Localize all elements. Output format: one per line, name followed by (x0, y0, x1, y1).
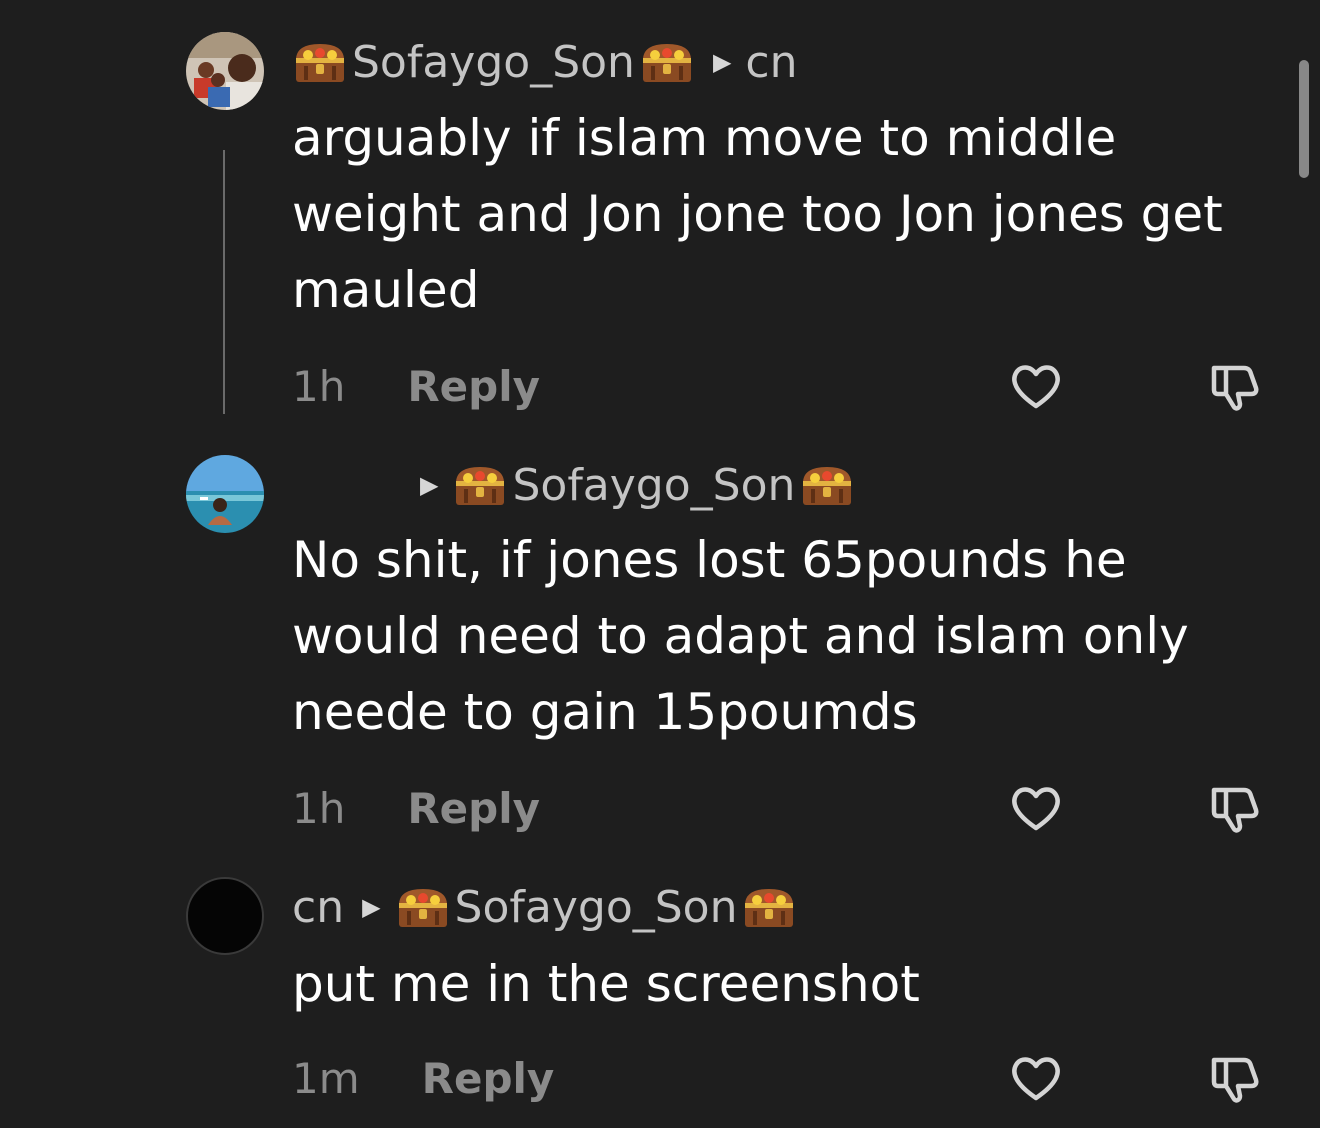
scrollbar[interactable] (1299, 60, 1309, 178)
comment-text: No shit, if jones lost 65pounds he would… (292, 531, 1189, 741)
timestamp: 1m (292, 1053, 360, 1103)
thumbs-down-icon[interactable] (1204, 356, 1264, 416)
thumbs-down-icon[interactable] (1204, 1048, 1264, 1108)
heart-icon[interactable] (1006, 778, 1066, 838)
treasure-chest-icon (799, 463, 855, 507)
comment-header: ▶ Sofaygo_Son (420, 455, 855, 515)
treasure-chest-icon (639, 40, 695, 84)
treasure-chest-icon (741, 885, 797, 929)
comment-meta: 1h Reply (292, 356, 540, 416)
comment-header: cn ▶ Sofaygo_Son (292, 877, 797, 937)
avatar[interactable] (186, 455, 264, 533)
timestamp: 1h (292, 783, 346, 833)
timestamp: 1h (292, 361, 346, 411)
reply-to-username[interactable]: cn (745, 37, 797, 88)
comment-text: arguably if islam move to middle weight … (292, 109, 1223, 319)
reply-button[interactable]: Reply (422, 1054, 555, 1103)
comment-header: Sofaygo_Son ▶ cn (292, 32, 797, 92)
treasure-chest-icon (395, 885, 451, 929)
treasure-chest-icon (452, 463, 508, 507)
avatar[interactable] (186, 32, 264, 110)
reply-button[interactable]: Reply (407, 784, 540, 833)
comment-text: put me in the screenshot (292, 955, 920, 1013)
thumbs-down-icon[interactable] (1204, 778, 1264, 838)
comment-meta: 1h Reply (292, 778, 540, 838)
thread-line (223, 150, 225, 414)
treasure-chest-icon (292, 40, 348, 84)
caret-right-icon: ▶ (712, 48, 732, 76)
heart-icon[interactable] (1006, 356, 1066, 416)
reply-to-username[interactable]: Sofaygo_Son (512, 460, 795, 511)
username[interactable]: cn (292, 882, 344, 933)
username[interactable]: Sofaygo_Son (352, 37, 635, 88)
heart-icon[interactable] (1006, 1048, 1066, 1108)
avatar[interactable] (186, 877, 264, 955)
caret-right-icon: ▶ (420, 471, 439, 499)
comment-meta: 1m Reply (292, 1048, 554, 1108)
reply-button[interactable]: Reply (407, 362, 540, 411)
caret-right-icon: ▶ (362, 893, 381, 921)
reply-to-username[interactable]: Sofaygo_Son (455, 882, 738, 933)
